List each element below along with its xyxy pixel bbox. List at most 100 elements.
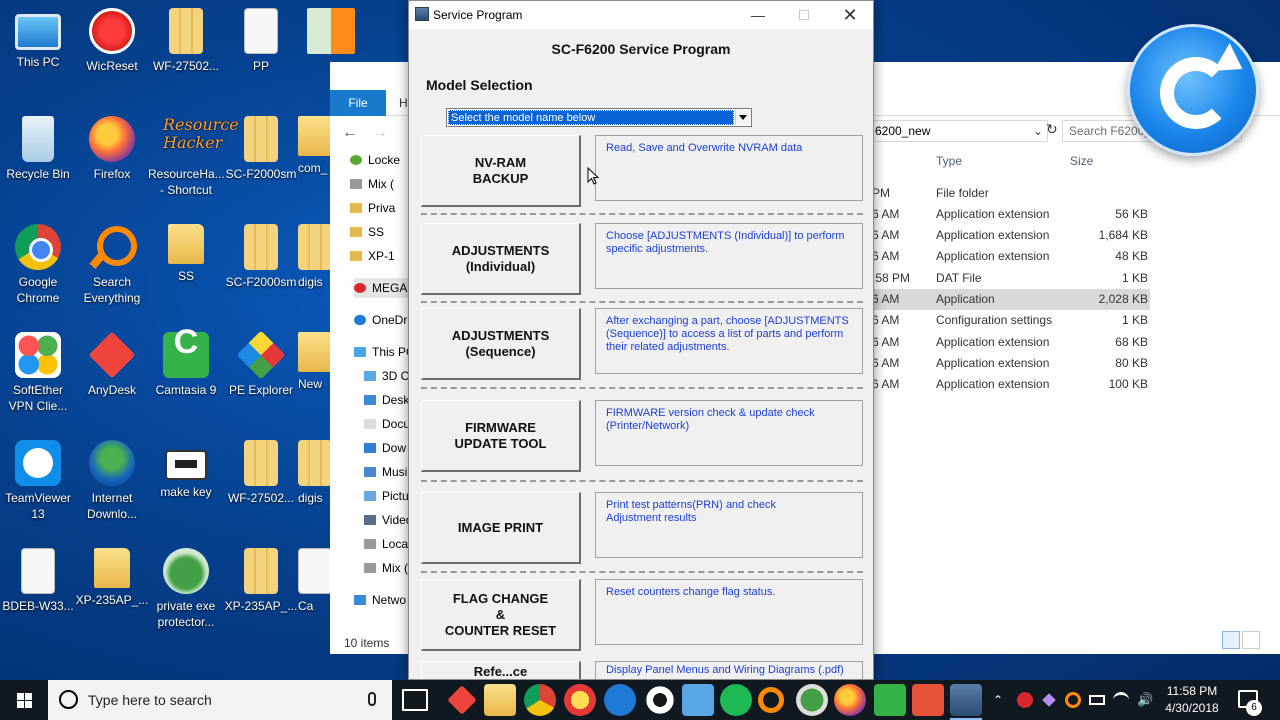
- table-row[interactable]: 6 AM Configuration settings 1 KB: [870, 310, 1150, 331]
- model-select-dropdown[interactable]: Select the model name below: [446, 108, 752, 127]
- nav-item[interactable]: Desk: [364, 390, 409, 410]
- desktop-icon-wf-27502[interactable]: WF-27502...: [148, 8, 224, 74]
- details-view-icon[interactable]: [1222, 631, 1240, 649]
- table-row[interactable]: 6 AM Application extension 68 KB: [870, 332, 1150, 353]
- app-taskbar-icon[interactable]: [564, 684, 596, 716]
- desktop-icon-google-chrome[interactable]: Google Chrome: [0, 224, 76, 306]
- desktop-icon-xp-235ap[interactable]: XP-235AP_...: [74, 548, 150, 608]
- camtasia-taskbar-icon[interactable]: [874, 684, 906, 716]
- title-bar[interactable]: Service Program — ☐ ✕: [409, 1, 873, 29]
- close-button[interactable]: ✕: [827, 1, 873, 29]
- nav-item[interactable]: XP-1: [350, 246, 395, 266]
- desktop-icon-pp[interactable]: PP: [223, 8, 299, 74]
- desktop-icon-this-pc[interactable]: This PC: [0, 8, 76, 70]
- desktop-icon-pe-explorer[interactable]: PE Explorer: [223, 330, 299, 398]
- settings-gear-icon[interactable]: [644, 684, 676, 716]
- reference-button[interactable]: Refe...ce: [421, 661, 581, 679]
- nav-item-mega[interactable]: MEGA: [354, 278, 410, 298]
- microphone-icon[interactable]: [368, 692, 376, 706]
- desktop-icon-sc-f2000sm[interactable]: SC-F2000sm: [223, 116, 299, 182]
- desktop-icon-anydesk[interactable]: AnyDesk: [74, 331, 150, 398]
- desktop-icon-teamviewer[interactable]: TeamViewer 13: [0, 440, 76, 522]
- nav-item[interactable]: Dow: [364, 438, 406, 458]
- flag-change-counter-reset-button[interactable]: FLAG CHANGE & COUNTER RESET: [421, 579, 581, 651]
- desktop-icon-sc-f2000sm-2[interactable]: SC-F2000sm: [223, 224, 299, 290]
- nav-item-onedrive[interactable]: OneDr: [354, 310, 407, 330]
- nav-item-this-pc[interactable]: This PC: [354, 342, 415, 362]
- desktop-icon-search-everything[interactable]: Search Everything: [74, 224, 150, 306]
- nav-item[interactable]: Local: [364, 534, 411, 554]
- clock[interactable]: 11:58 PM 4/30/2018: [1162, 683, 1222, 717]
- minimize-button[interactable]: —: [735, 1, 781, 29]
- nvram-backup-button[interactable]: NV-RAM BACKUP: [421, 135, 581, 207]
- desktop-icon-private-exe-protector[interactable]: private exe protector...: [148, 548, 224, 630]
- search-everything-taskbar-icon[interactable]: [758, 687, 784, 713]
- nav-item[interactable]: Mix (: [364, 558, 408, 578]
- forward-arrow-icon[interactable]: →: [372, 124, 388, 142]
- desktop-icon-partial[interactable]: Ca: [298, 548, 332, 614]
- nav-item[interactable]: Video: [364, 510, 412, 530]
- nav-item[interactable]: Musi: [364, 462, 407, 482]
- back-arrow-icon[interactable]: ←: [342, 124, 358, 142]
- desktop-icon-ss[interactable]: SS: [148, 224, 224, 284]
- start-button[interactable]: [0, 680, 48, 720]
- desktop-icon-bdeb[interactable]: BDEB-W33...: [0, 548, 76, 614]
- camtasia-recorder-taskbar-icon[interactable]: [912, 684, 944, 716]
- desktop-icon-make-key[interactable]: make key: [148, 440, 224, 500]
- large-icons-view-icon[interactable]: [1242, 631, 1260, 649]
- file-explorer-taskbar-icon[interactable]: [484, 684, 516, 716]
- battery-icon[interactable]: [1089, 695, 1105, 705]
- table-row[interactable]: 6 AM Application extension 56 KB: [870, 204, 1150, 225]
- chevron-down-icon[interactable]: ⌄: [1033, 121, 1043, 141]
- spotify-taskbar-icon[interactable]: [720, 684, 752, 716]
- nav-item-network[interactable]: Netwo: [354, 590, 406, 610]
- adjustments-sequence-button[interactable]: ADJUSTMENTS (Sequence): [421, 308, 581, 380]
- table-row[interactable]: 6 AM Application extension 1,684 KB: [870, 225, 1150, 246]
- desktop-icon-wf-27502-2[interactable]: WF-27502...: [223, 440, 299, 506]
- mega-tray-icon[interactable]: [1017, 692, 1033, 708]
- desktop-icon-xp-235ap-2[interactable]: XP-235AP_...: [223, 548, 299, 614]
- image-print-button[interactable]: IMAGE PRINT: [421, 492, 581, 564]
- nav-item[interactable]: Docu: [364, 414, 410, 434]
- table-row[interactable]: :58 PM DAT File 1 KB: [870, 268, 1150, 289]
- chevron-down-icon[interactable]: [735, 110, 750, 125]
- desktop-icon-xd[interactable]: [298, 8, 364, 58]
- desktop-icon-internet-download-manager[interactable]: Internet Downlo...: [74, 440, 150, 522]
- table-row[interactable]: 6 AM Application extension 100 KB: [870, 374, 1150, 395]
- desktop-icon-camtasia[interactable]: Camtasia 9: [148, 332, 224, 398]
- app-taskbar-icon[interactable]: [682, 684, 714, 716]
- desktop-icon-partial[interactable]: com_: [298, 116, 332, 176]
- search-tray-icon[interactable]: [1065, 692, 1081, 708]
- task-view-icon[interactable]: [402, 689, 428, 711]
- column-type[interactable]: Type: [936, 154, 962, 168]
- pen-tray-icon[interactable]: [1042, 693, 1056, 707]
- table-row[interactable]: 6 AM Application extension 48 KB: [870, 246, 1150, 267]
- desktop-icon-wicreset[interactable]: WicReset: [74, 8, 150, 74]
- file-tab[interactable]: File: [330, 90, 386, 116]
- desktop-icon-resourcehacker[interactable]: Resource Hacker ResourceHa... - Shortcut: [148, 116, 239, 198]
- adjustments-individual-button[interactable]: ADJUSTMENTS (Individual): [421, 223, 581, 295]
- nav-item[interactable]: Locke: [350, 150, 400, 170]
- nav-item[interactable]: 3D O: [364, 366, 410, 386]
- desktop-icon-partial[interactable]: digis: [298, 440, 332, 506]
- service-program-taskbar-icon[interactable]: [950, 684, 982, 720]
- table-row[interactable]: PM File folder: [870, 183, 1150, 204]
- nav-item[interactable]: Pictu: [364, 486, 409, 506]
- nav-item[interactable]: SS: [350, 222, 384, 242]
- lock-taskbar-icon[interactable]: [796, 684, 828, 716]
- edge-taskbar-icon[interactable]: [604, 684, 636, 716]
- taskbar-search[interactable]: Type here to search: [48, 680, 392, 720]
- volume-icon[interactable]: 🔊: [1137, 692, 1153, 708]
- table-row[interactable]: 6 AM Application extension 80 KB: [870, 353, 1150, 374]
- chevron-up-icon[interactable]: ⌃: [993, 692, 1009, 708]
- desktop-icon-softether[interactable]: SoftEther VPN Clie...: [0, 332, 76, 414]
- desktop-icon-partial[interactable]: digis: [298, 224, 332, 290]
- nav-item[interactable]: Mix (: [350, 174, 394, 194]
- desktop-icon-partial[interactable]: New: [298, 332, 332, 392]
- nav-item[interactable]: Priva: [350, 198, 395, 218]
- address-bar[interactable]: 6200_new ⌄: [870, 120, 1048, 142]
- firefox-taskbar-icon[interactable]: [834, 684, 866, 716]
- desktop-icon-firefox[interactable]: Firefox: [74, 116, 150, 182]
- chrome-taskbar-icon[interactable]: [524, 684, 556, 716]
- maximize-button[interactable]: ☐: [781, 1, 827, 29]
